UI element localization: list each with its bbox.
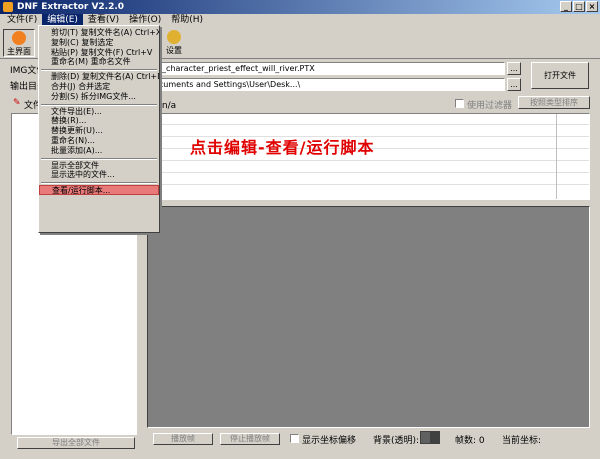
img-file-input[interactable]: te_character_priest_effect_will_river.PT… bbox=[150, 62, 505, 75]
main-toolbar-button[interactable]: 主界面 bbox=[3, 29, 35, 57]
open-file-button[interactable]: 打开文件 bbox=[531, 62, 589, 89]
menu-file[interactable]: 文件(F) bbox=[2, 14, 42, 27]
main-toolbar-label: 主界面 bbox=[7, 47, 31, 56]
window-title: DNF Extractor V2.2.0 bbox=[17, 2, 125, 12]
settings-toolbar-label: 设置 bbox=[166, 46, 182, 55]
play-frames-button[interactable]: 播放帧 bbox=[153, 433, 213, 445]
minimize-button[interactable]: _ bbox=[560, 1, 572, 12]
maximize-button[interactable]: □ bbox=[573, 1, 585, 12]
menu-separator bbox=[39, 156, 159, 161]
settings-icon bbox=[167, 30, 181, 44]
menu-help[interactable]: 帮助(H) bbox=[166, 14, 208, 27]
app-icon bbox=[3, 2, 13, 12]
sort-type-button[interactable]: 按照类型排序 bbox=[518, 96, 590, 109]
menu-item-delete[interactable]: 删除(D) 复制文件名(A) Ctrl+D bbox=[39, 72, 159, 82]
filter-checkbox[interactable] bbox=[455, 99, 464, 108]
pencil-icon: ✎ bbox=[13, 98, 21, 108]
close-button[interactable]: × bbox=[586, 1, 598, 12]
menu-item-replace-update[interactable]: 替换更新(U)... bbox=[39, 126, 159, 136]
menu-item-rename-batch[interactable]: 重命名(N)... bbox=[39, 136, 159, 146]
menu-item-copy[interactable]: 复制(C) 复制选定 bbox=[39, 38, 159, 48]
edit-menu-dropdown: 剪切(T) 复制文件名(A) Ctrl+X 复制(C) 复制选定 粘贴(P) 复… bbox=[38, 25, 160, 233]
current-coord-label: 当前坐标: bbox=[502, 436, 542, 446]
menu-item-rename[interactable]: 重命名(M) 重命名文件 bbox=[39, 57, 159, 67]
background-swatch[interactable] bbox=[420, 431, 440, 444]
title-bar: DNF Extractor V2.2.0 _ □ × bbox=[0, 0, 600, 14]
menu-item-cut[interactable]: 剪切(T) 复制文件名(A) Ctrl+X bbox=[39, 28, 159, 38]
menu-item-view-run-script[interactable]: 查看/运行脚本... bbox=[39, 185, 159, 195]
menu-item-merge[interactable]: 合并(J) 合并选定 bbox=[39, 82, 159, 92]
menu-item-show-selected[interactable]: 显示选中的文件... bbox=[39, 170, 159, 180]
output-dir-input[interactable]: ocuments and Settings\User\Desk...\ bbox=[150, 78, 505, 91]
settings-toolbar-button[interactable]: 设置 bbox=[158, 29, 190, 57]
menu-separator bbox=[39, 67, 159, 72]
preview-canvas[interactable] bbox=[147, 206, 590, 428]
stop-frames-button[interactable]: 停止播放帧 bbox=[220, 433, 280, 445]
background-label: 背景(透明): bbox=[373, 436, 420, 446]
browse-img-button[interactable]: ... bbox=[507, 62, 521, 75]
menu-item-export[interactable]: 文件导出(E)... bbox=[39, 107, 159, 117]
menu-item-split[interactable]: 分割(S) 拆分IMG文件... bbox=[39, 92, 159, 102]
menu-item-replace[interactable]: 替换(R)... bbox=[39, 116, 159, 126]
menu-item-batch-add[interactable]: 批量添加(A)... bbox=[39, 146, 159, 156]
frame-count: 帧数: 0 bbox=[455, 436, 485, 446]
offset-checkbox[interactable] bbox=[290, 434, 299, 443]
export-all-button[interactable]: 导出全部文件 bbox=[17, 437, 135, 449]
menu-separator bbox=[39, 102, 159, 107]
menu-separator bbox=[39, 180, 159, 185]
browse-dir-button[interactable]: ... bbox=[507, 78, 521, 91]
filter-label: 使用过滤器 bbox=[467, 101, 513, 111]
menu-item-show-all[interactable]: 显示全部文件 bbox=[39, 161, 159, 171]
annotation-text: 点击编辑-查看/运行脚本 bbox=[190, 138, 375, 157]
main-icon bbox=[12, 31, 26, 45]
offset-label: 显示坐标偏移 bbox=[302, 436, 357, 446]
menu-item-paste[interactable]: 粘贴(P) 复制文件(F) Ctrl+V bbox=[39, 48, 159, 58]
